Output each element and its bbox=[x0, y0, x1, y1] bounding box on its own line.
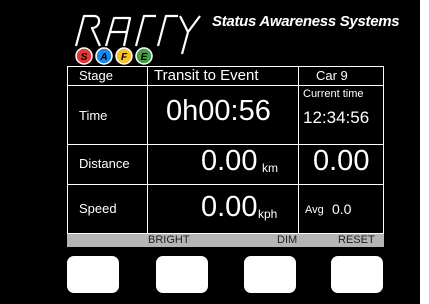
distance-unit: km bbox=[262, 161, 278, 175]
speed-unit: kph bbox=[258, 207, 278, 221]
current-time-label: Current time bbox=[303, 88, 364, 100]
softkey-label-bar: BRIGHT DIM RESET bbox=[67, 234, 384, 247]
row-divider bbox=[68, 184, 383, 185]
avg-speed-label: Avg bbox=[305, 204, 324, 216]
stage-value: Transit to Event bbox=[154, 67, 259, 84]
dashboard-device: S A F E Status Awareness Systems Stage T… bbox=[0, 0, 420, 304]
logo-badge-s: S bbox=[81, 52, 88, 63]
row-divider bbox=[68, 85, 383, 86]
car-number: Car 9 bbox=[316, 68, 348, 83]
softkey-reset-label: RESET bbox=[338, 234, 375, 246]
softkey-bright-label: BRIGHT bbox=[148, 234, 190, 246]
distance-secondary-value: 0.00 bbox=[313, 145, 370, 177]
speed-value: 0.00 bbox=[201, 191, 258, 223]
bright-button[interactable] bbox=[156, 256, 208, 293]
current-time-value: 12:34:56 bbox=[303, 108, 370, 127]
brand-tagline: Status Awareness Systems bbox=[212, 13, 400, 30]
logo-badge-f: F bbox=[121, 52, 128, 63]
time-label: Time bbox=[79, 108, 108, 123]
reset-button[interactable] bbox=[331, 256, 383, 293]
dim-button[interactable] bbox=[244, 256, 296, 293]
logo-badge-a: A bbox=[99, 52, 107, 63]
distance-label: Distance bbox=[79, 156, 130, 171]
col-divider bbox=[298, 67, 299, 233]
hardware-button-1[interactable] bbox=[67, 256, 119, 293]
logo-badge-e: E bbox=[141, 52, 148, 63]
col-divider bbox=[147, 67, 148, 233]
edge-strip bbox=[420, 0, 429, 304]
softkey-dim-label: DIM bbox=[277, 234, 298, 246]
avg-speed-value: 0.0 bbox=[332, 201, 352, 217]
distance-value: 0.00 bbox=[201, 145, 258, 177]
elapsed-time-value: 0h00:56 bbox=[166, 95, 271, 127]
stage-label: Stage bbox=[79, 68, 113, 83]
speed-label: Speed bbox=[79, 201, 117, 216]
status-panel: Stage Transit to Event Car 9 Time 0h00:5… bbox=[67, 66, 384, 234]
rally-safe-logo: S A F E bbox=[74, 14, 201, 65]
